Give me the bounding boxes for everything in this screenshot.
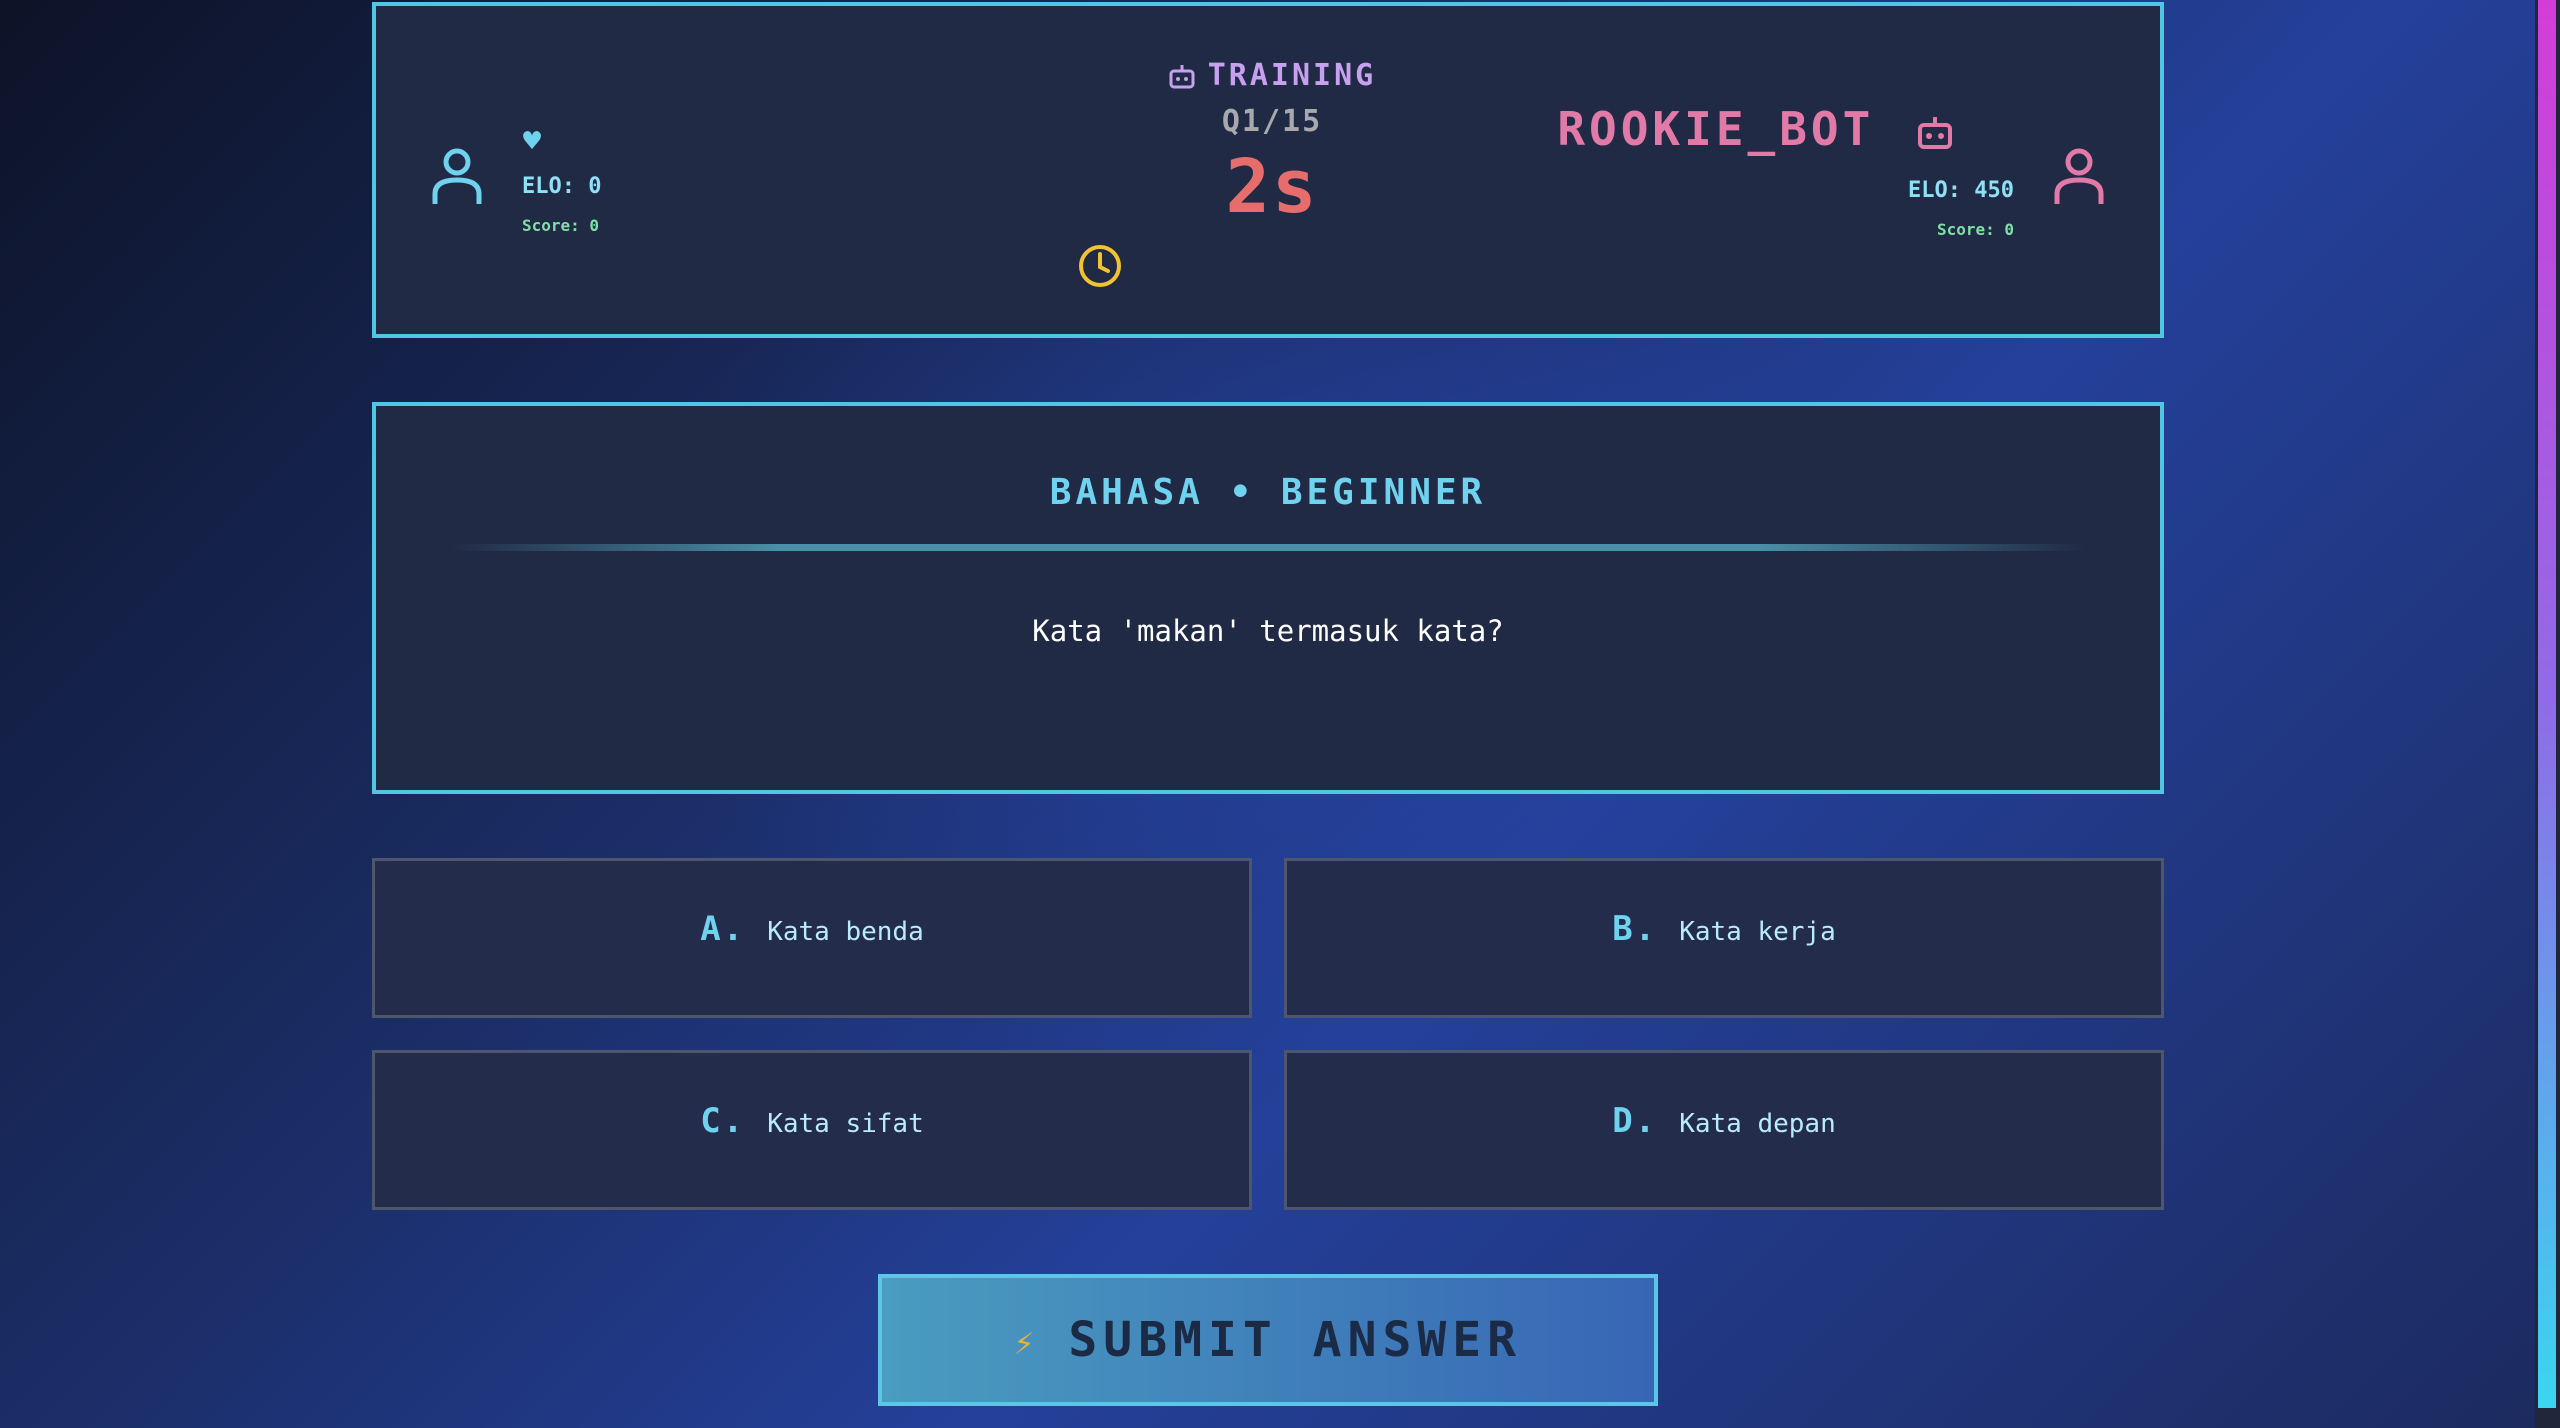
bot-name-text: ROOKIE_BOT: [1557, 102, 1875, 156]
player-avatar-icon: [432, 148, 482, 204]
option-text: Kata sifat: [767, 1109, 924, 1139]
option-letter: A.: [700, 909, 746, 949]
countdown-timer: 2s: [1225, 144, 1319, 230]
question-counter: Q1/15: [1221, 104, 1323, 139]
option-text: Kata depan: [1679, 1109, 1836, 1139]
subject-level: BAHASA • BEGINNER: [1049, 472, 1487, 513]
option-letter: B.: [1612, 909, 1658, 949]
bot-robot-icon: [1918, 117, 1952, 149]
player-elo: ELO: 0: [522, 174, 602, 199]
divider: [452, 544, 2084, 551]
mode-text: TRAINING: [1207, 58, 1377, 93]
option-text: Kata kerja: [1679, 917, 1836, 947]
player-heart-icon: ♥: [523, 124, 542, 159]
bot-elo: ELO: 450: [1908, 178, 2014, 203]
option-text: Kata benda: [767, 917, 924, 947]
question-text: Kata 'makan' termasuk kata?: [1032, 614, 1504, 648]
player-score: Score: 0: [522, 216, 600, 235]
option-d-button[interactable]: D. Kata depan: [1284, 1050, 2164, 1210]
option-letter: C.: [700, 1101, 746, 1141]
bot-score: Score: 0: [1936, 220, 2014, 239]
question-card: BAHASA • BEGINNER Kata 'makan' termasuk …: [372, 402, 2164, 794]
bot-name: ROOKIE_BOT: [1557, 102, 1954, 156]
lightning-icon: ⚡: [1013, 1323, 1035, 1363]
robot-icon: [1169, 65, 1195, 89]
submit-answer-button[interactable]: ⚡ SUBMIT ANSWER: [878, 1274, 1658, 1406]
option-a-button[interactable]: A. Kata benda: [372, 858, 1252, 1018]
clock-icon: [1079, 245, 1121, 287]
bot-avatar-icon: [2054, 148, 2104, 204]
option-c-button[interactable]: C. Kata sifat: [372, 1050, 1252, 1210]
match-header: ♥ ELO: 0 Score: 0 TRAINING Q1/15 2s ROOK…: [372, 2, 2164, 338]
option-letter: D.: [1612, 1101, 1658, 1141]
scrollbar-thumb[interactable]: [2538, 0, 2556, 1408]
option-b-button[interactable]: B. Kata kerja: [1284, 858, 2164, 1018]
submit-label: SUBMIT ANSWER: [1068, 1312, 1523, 1368]
mode-label: TRAINING: [984, 58, 1560, 93]
